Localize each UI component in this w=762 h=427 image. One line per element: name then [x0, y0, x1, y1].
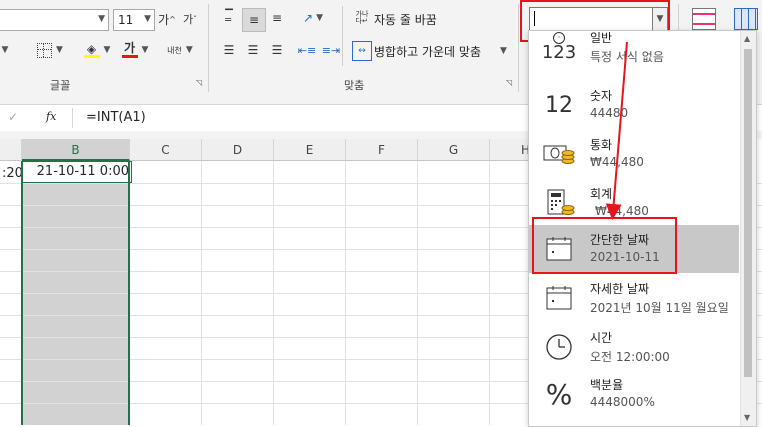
annotation-arrow	[605, 41, 628, 220]
